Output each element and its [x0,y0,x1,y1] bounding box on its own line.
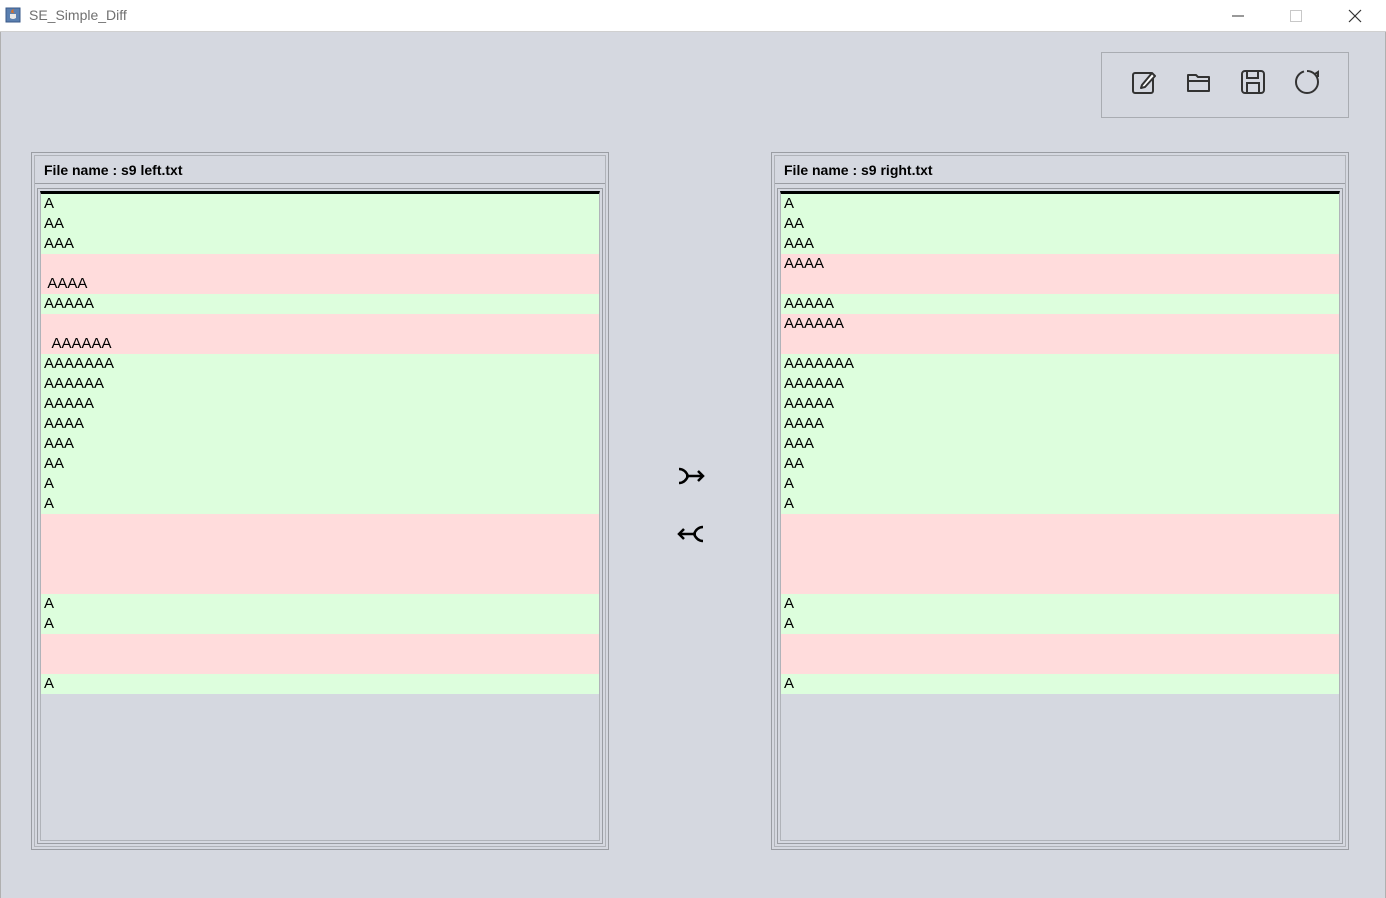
right-panel-frame: File name : s9 right.txt A AA AAA AAAA AAAAA… [774,155,1346,847]
left-line-diff: AAAAAA [41,334,599,354]
minimize-icon [1232,15,1244,17]
left-line-diff: AAAA [41,274,599,294]
merge-to-right-icon [678,467,705,485]
left-text-area-frame: A AA AAA AAAA AAAAA AAAAAA AAAAAAA AAAAAA AAAA… [37,188,603,844]
right-line-same: A [781,474,1339,494]
merge-to-left-icon [677,525,704,543]
left-line-diff [41,654,599,674]
window-border-left [0,32,1,898]
left-line-same: AAA [41,234,599,254]
right-line-same: A [781,614,1339,634]
right-text-area[interactable]: A AA AAA AAAA AAAAA AAAAAA AAAAAAA AAAAAA AAAAA A… [780,191,1340,841]
left-line-same: A [41,194,599,214]
save-icon [1241,70,1265,94]
right-line-diff: AAAA [781,254,1339,274]
left-text-area[interactable]: A AA AAA AAAA AAAAA AAAAAA AAAAAAA AAAAAA AAAA… [40,191,600,841]
left-line-diff [41,534,599,554]
left-line-same: AAAAAA [41,374,599,394]
refresh-button[interactable] [1292,67,1322,97]
left-line-diff [41,314,599,334]
right-line-same: A [781,594,1339,614]
right-line-diff [781,334,1339,354]
left-line-same: AAA [41,434,599,454]
edit-icon [1132,72,1156,94]
right-text-area-frame: A AA AAA AAAA AAAAA AAAAAA AAAAAAA AAAAAA AAAAA A… [777,188,1343,844]
save-button[interactable] [1238,67,1268,97]
right-line-same: A [781,194,1339,214]
maximize-button[interactable] [1267,0,1325,32]
left-line-same: A [41,614,599,634]
window-title: SE_Simple_Diff [29,7,127,23]
left-line-same: AAAA [41,414,599,434]
left-line-diff [41,514,599,534]
right-line-same: AA [781,454,1339,474]
left-file-panel: File name : s9 left.txt A AA AAA AAAA AAAAA… [31,152,609,850]
right-line-diff [781,654,1339,674]
left-line-same: A [41,494,599,514]
refresh-icon [1294,70,1319,94]
right-line-same: A [781,674,1339,694]
right-line-diff [781,574,1339,594]
merge-to-left-button[interactable] [676,523,706,545]
right-line-diff [781,554,1339,574]
left-line-same: AAAAA [41,394,599,414]
toolbar [1101,52,1349,118]
close-icon [1348,9,1362,23]
java-app-icon [5,7,21,23]
right-line-same: AAAAAA [781,374,1339,394]
left-line-same: AA [41,454,599,474]
left-line-same: A [41,674,599,694]
left-line-same: A [41,594,599,614]
right-line-diff [781,514,1339,534]
left-panel-frame: File name : s9 left.txt A AA AAA AAAA AAAAA… [34,155,606,847]
left-file-name: File name : s9 left.txt [35,156,605,184]
right-line-diff [781,274,1339,294]
left-line-diff [41,574,599,594]
left-line-diff [41,254,599,274]
minimize-button[interactable] [1209,0,1267,32]
right-line-same: AAA [781,434,1339,454]
left-line-diff [41,554,599,574]
right-line-diff [781,534,1339,554]
right-line-same: A [781,494,1339,514]
right-line-same: AAAAA [781,394,1339,414]
open-file-button[interactable] [1184,67,1214,97]
edit-button[interactable] [1129,67,1159,97]
merge-to-right-button[interactable] [676,465,706,487]
left-line-diff [41,634,599,654]
left-line-same: AA [41,214,599,234]
title-bar: SE_Simple_Diff [0,0,1386,32]
right-line-same: AAA [781,234,1339,254]
right-line-diff: AAAAAA [781,314,1339,334]
left-line-same: AAAAAAA [41,354,599,374]
right-file-name: File name : s9 right.txt [775,156,1345,184]
left-line-same: AAAAA [41,294,599,314]
right-line-same: AAAAAAA [781,354,1339,374]
right-line-same: AA [781,214,1339,234]
right-line-same: AAAA [781,414,1339,434]
right-line-diff [781,634,1339,654]
close-button[interactable] [1326,0,1384,32]
left-line-same: A [41,474,599,494]
folder-open-icon [1187,74,1210,92]
right-line-same: AAAAA [781,294,1339,314]
right-file-panel: File name : s9 right.txt A AA AAA AAAA AAAAA… [771,152,1349,850]
maximize-icon [1290,10,1302,22]
